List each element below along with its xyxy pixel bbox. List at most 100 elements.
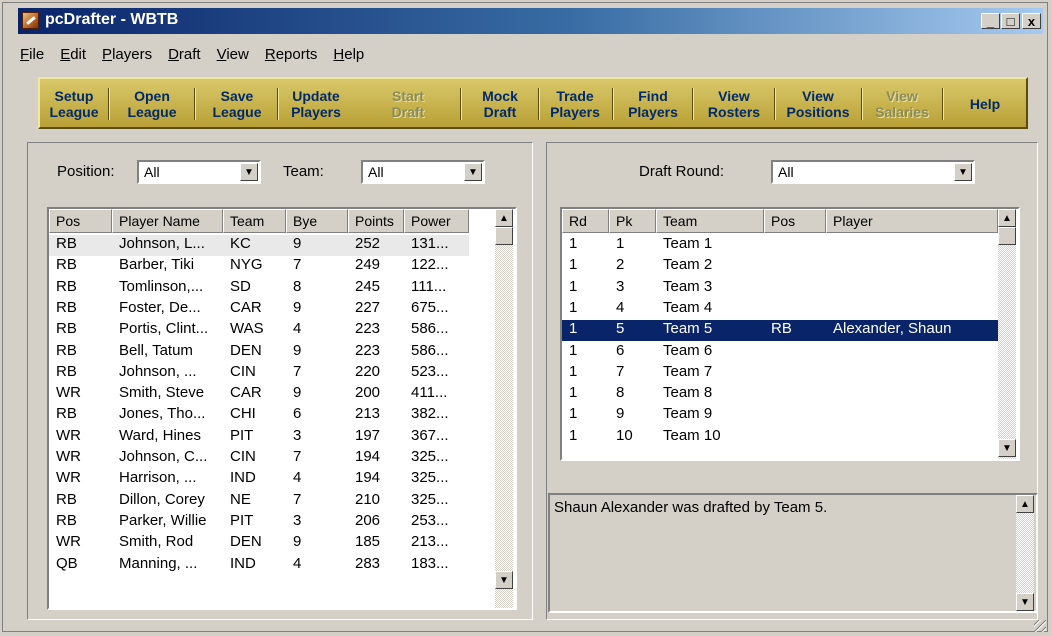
table-row[interactable]: WR Harrison, ... IND 4 194 325...	[49, 469, 469, 490]
table-cell: PIT	[230, 511, 254, 529]
table-row[interactable]: RB Tomlinson,... SD 8 245 111...	[49, 278, 469, 299]
menu-edit[interactable]: Edit	[60, 46, 86, 68]
table-cell: Harrison, ...	[119, 469, 197, 487]
column-header[interactable]: Team	[223, 209, 286, 233]
table-row[interactable]: RB Parker, Willie PIT 3 206 253...	[49, 512, 469, 533]
table-row[interactable]: 1 5 Team 5 RB Alexander, Shaun	[562, 320, 998, 342]
table-cell: NE	[230, 490, 251, 508]
save-league-button[interactable]: Save League	[198, 85, 276, 123]
draft-round-label: Draft Round:	[639, 163, 725, 180]
view-rosters-button[interactable]: View Rosters	[696, 85, 772, 123]
table-row[interactable]: RB Jones, Tho... CHI 6 213 382...	[49, 405, 469, 426]
menu-players[interactable]: Players	[102, 46, 152, 68]
table-row[interactable]: 1 9 Team 9	[562, 405, 998, 426]
main-toolbar: Setup League Open League Save League Upd…	[38, 77, 1028, 129]
column-header[interactable]: Bye	[286, 209, 348, 233]
maximize-button[interactable]: □	[1001, 13, 1020, 29]
update-players-button[interactable]: Update Players	[280, 85, 352, 123]
column-header[interactable]: Pos	[764, 209, 826, 233]
table-cell: Barber, Tiki	[119, 256, 195, 274]
table-cell: RB	[56, 362, 77, 380]
minimize-button[interactable]: _	[981, 13, 1000, 29]
view-positions-button[interactable]: View Positions	[776, 85, 860, 123]
resize-grip-icon[interactable]	[1034, 620, 1046, 632]
column-header[interactable]: Pos	[49, 209, 112, 233]
menu-help[interactable]: Help	[333, 46, 364, 68]
table-row[interactable]: QB Manning, ... IND 4 283 183...	[49, 555, 469, 576]
scroll-down-icon[interactable]: ▼	[1016, 593, 1034, 611]
table-row[interactable]: 1 2 Team 2	[562, 256, 998, 277]
table-row[interactable]: RB Johnson, ... CIN 7 220 523...	[49, 363, 469, 384]
scroll-thumb[interactable]	[495, 227, 513, 245]
setup-league-button[interactable]: Setup League	[42, 85, 106, 123]
title-bar[interactable]: pcDrafter - WBTB _ □ x	[18, 8, 1043, 34]
table-row[interactable]: RB Dillon, Corey NE 7 210 325...	[49, 491, 469, 512]
table-cell: 325...	[411, 448, 449, 465]
view-salaries-button[interactable]: View Salaries	[864, 85, 940, 123]
menu-view[interactable]: View	[217, 46, 249, 68]
chevron-down-icon[interactable]: ▼	[240, 163, 258, 181]
start-draft-button[interactable]: Start Draft	[358, 85, 458, 123]
table-cell: 3	[293, 426, 302, 444]
draft-picks-scrollbar[interactable]: ▲ ▼	[998, 209, 1016, 459]
scroll-thumb[interactable]	[998, 227, 1016, 245]
table-row[interactable]: RB Foster, De... CAR 9 227 675...	[49, 299, 469, 320]
table-row[interactable]: RB Barber, Tiki NYG 7 249 122...	[49, 256, 469, 277]
table-cell: 253...	[411, 511, 449, 529]
table-cell: Portis, Clint...	[119, 320, 209, 338]
scroll-up-icon[interactable]: ▲	[1016, 495, 1034, 513]
scroll-down-icon[interactable]: ▼	[495, 571, 513, 589]
message-scrollbar[interactable]: ▲ ▼	[1016, 495, 1034, 611]
draft-round-select[interactable]: All ▼	[771, 160, 975, 184]
draft-picks-list[interactable]: Rd Pk Team Pos Player 1 1 Team 1 1 2 Team 2 1 3 Team…	[560, 207, 1020, 461]
column-header[interactable]: Player Name	[112, 209, 223, 233]
table-row[interactable]: 1 1 Team 1	[562, 235, 998, 256]
table-row[interactable]: WR Smith, Rod DEN 9 185 213...	[49, 533, 469, 554]
draft-message-box[interactable]: Shaun Alexander was drafted by Team 5. ▲…	[548, 493, 1038, 613]
mock-draft-button[interactable]: Mock Draft	[464, 85, 536, 123]
team-filter-select[interactable]: All ▼	[361, 160, 485, 184]
menu-draft[interactable]: Draft	[168, 46, 201, 68]
table-row[interactable]: 1 8 Team 8	[562, 384, 998, 405]
column-header[interactable]: Player	[826, 209, 998, 233]
column-header[interactable]: Power	[404, 209, 469, 233]
table-row[interactable]: RB Johnson, L... KC 9 252 131...	[49, 235, 469, 256]
find-players-button[interactable]: Find Players	[616, 85, 690, 123]
menu-file[interactable]: File	[20, 46, 44, 68]
player-list-scrollbar[interactable]: ▲ ▼	[495, 209, 513, 608]
position-filter-select[interactable]: All ▼	[137, 160, 261, 184]
scroll-down-icon[interactable]: ▼	[998, 439, 1016, 457]
table-cell: SD	[230, 277, 251, 295]
table-row[interactable]: 1 3 Team 3	[562, 278, 998, 299]
column-header[interactable]: Points	[348, 209, 404, 233]
chevron-down-icon[interactable]: ▼	[464, 163, 482, 181]
menu-reports[interactable]: Reports	[265, 46, 318, 68]
table-row[interactable]: WR Smith, Steve CAR 9 200 411...	[49, 384, 469, 405]
table-row[interactable]: WR Johnson, C... CIN 7 194 325...	[49, 448, 469, 469]
table-row[interactable]: 1 10 Team 10	[562, 427, 998, 448]
table-row[interactable]: WR Ward, Hines PIT 3 197 367...	[49, 427, 469, 448]
table-row[interactable]: 1 4 Team 4	[562, 299, 998, 320]
scroll-up-icon[interactable]: ▲	[998, 209, 1016, 227]
table-cell	[764, 299, 826, 320]
column-header[interactable]: Rd	[562, 209, 609, 233]
table-cell: Team 4	[663, 298, 713, 316]
help-button[interactable]: Help	[946, 85, 1024, 123]
table-cell: RB	[771, 320, 792, 338]
table-cell	[826, 256, 998, 277]
open-league-button[interactable]: Open League	[112, 85, 192, 123]
scroll-up-icon[interactable]: ▲	[495, 209, 513, 227]
table-cell: CHI	[230, 405, 256, 423]
trade-players-button[interactable]: Trade Players	[540, 85, 610, 123]
column-header[interactable]: Team	[656, 209, 764, 233]
table-row[interactable]: 1 6 Team 6	[562, 342, 998, 363]
table-row[interactable]: RB Bell, Tatum DEN 9 223 586...	[49, 342, 469, 363]
close-button[interactable]: x	[1022, 13, 1041, 29]
table-row[interactable]: RB Portis, Clint... WAS 4 223 586...	[49, 320, 469, 341]
chevron-down-icon[interactable]: ▼	[954, 163, 972, 181]
player-list[interactable]: Pos Player Name Team Bye Points Power RB Johns…	[47, 207, 517, 610]
table-cell	[826, 427, 998, 448]
table-row[interactable]: 1 7 Team 7	[562, 363, 998, 384]
table-cell: 185	[355, 533, 381, 551]
column-header[interactable]: Pk	[609, 209, 656, 233]
